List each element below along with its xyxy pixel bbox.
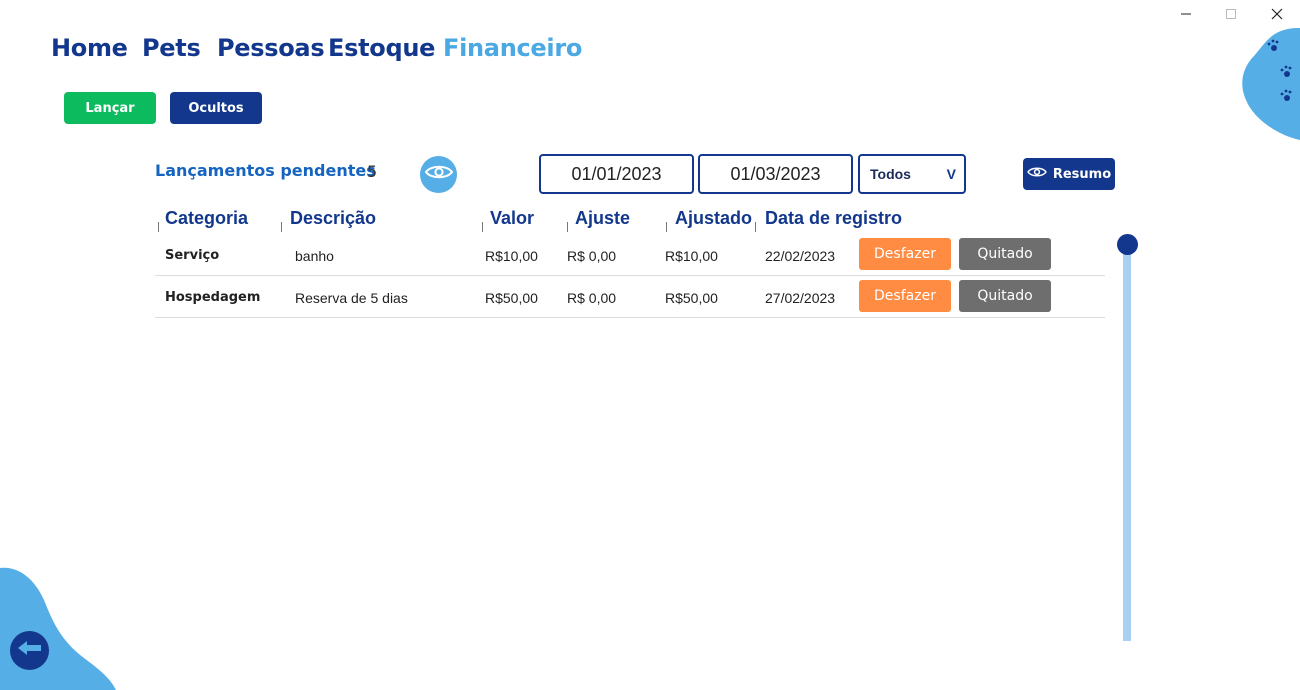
column-separator[interactable]: [567, 222, 568, 232]
desfazer-button[interactable]: Desfazer: [859, 280, 951, 312]
cell-categoria: Serviço: [165, 248, 220, 263]
column-separator[interactable]: [666, 222, 667, 232]
column-separator[interactable]: [482, 222, 483, 232]
column-separator[interactable]: [158, 222, 159, 232]
row-divider: [155, 317, 1105, 318]
type-select[interactable]: Todos V: [858, 154, 966, 194]
arrow-left-icon: [17, 640, 43, 661]
header-data-registro[interactable]: Data de registro: [765, 208, 902, 229]
row-divider: [155, 275, 1105, 276]
chevron-down-icon: V: [946, 166, 956, 182]
minimize-icon[interactable]: [1176, 4, 1196, 24]
cell-descricao: Reserva de 5 dias: [295, 290, 408, 306]
scrollbar-thumb[interactable]: [1117, 234, 1138, 255]
nav-pessoas[interactable]: Pessoas: [217, 34, 325, 62]
quitado-button[interactable]: Quitado: [959, 238, 1051, 270]
eye-icon: [424, 164, 453, 185]
desfazer-button[interactable]: Desfazer: [859, 238, 951, 270]
lancar-button[interactable]: Lançar: [64, 92, 156, 124]
cell-data: 27/02/2023: [765, 290, 836, 306]
decorative-blob-bottom: [0, 566, 116, 690]
nav-estoque[interactable]: Estoque: [328, 34, 435, 62]
nav-pets[interactable]: Pets: [142, 34, 201, 62]
cell-valor: R$10,00: [485, 248, 538, 264]
header-ajustado[interactable]: Ajustado: [675, 208, 752, 229]
decorative-blob-top: [1240, 28, 1300, 140]
cell-data: 22/02/2023: [765, 248, 836, 264]
cell-valor: R$50,00: [485, 290, 538, 306]
cell-categoria: Hospedagem: [165, 290, 261, 305]
cell-ajustado: R$10,00: [665, 248, 718, 264]
cell-ajuste: R$ 0,00: [567, 290, 617, 306]
header-categoria[interactable]: Categoria: [165, 208, 248, 229]
header-descricao[interactable]: Descrição: [290, 208, 376, 229]
resumo-button[interactable]: Resumo: [1023, 158, 1115, 190]
ocultos-button[interactable]: Ocultos: [170, 92, 262, 124]
close-icon[interactable]: [1267, 4, 1287, 24]
column-separator[interactable]: [281, 222, 282, 232]
maximize-icon[interactable]: [1221, 4, 1241, 24]
cell-ajustado: R$50,00: [665, 290, 718, 306]
cell-ajuste: R$ 0,00: [567, 248, 617, 264]
cell-descricao: banho: [295, 248, 334, 264]
type-select-value: Todos: [870, 166, 911, 182]
toggle-visibility-button[interactable]: [420, 156, 457, 193]
date-end-field[interactable]: 01/03/2023: [698, 154, 853, 194]
header-ajuste[interactable]: Ajuste: [575, 208, 630, 229]
header-valor[interactable]: Valor: [490, 208, 534, 229]
nav-financeiro[interactable]: Financeiro: [443, 34, 582, 62]
page-title: Lançamentos pendentes: [155, 161, 376, 180]
eye-icon: [1026, 166, 1047, 182]
quitado-button[interactable]: Quitado: [959, 280, 1051, 312]
column-separator[interactable]: [755, 222, 756, 232]
resumo-label: Resumo: [1052, 166, 1112, 182]
nav-home[interactable]: Home: [51, 34, 128, 62]
date-start-field[interactable]: 01/01/2023: [539, 154, 694, 194]
back-button[interactable]: [10, 631, 49, 670]
scrollbar-track[interactable]: [1123, 246, 1131, 641]
pending-count: 5: [367, 162, 378, 181]
